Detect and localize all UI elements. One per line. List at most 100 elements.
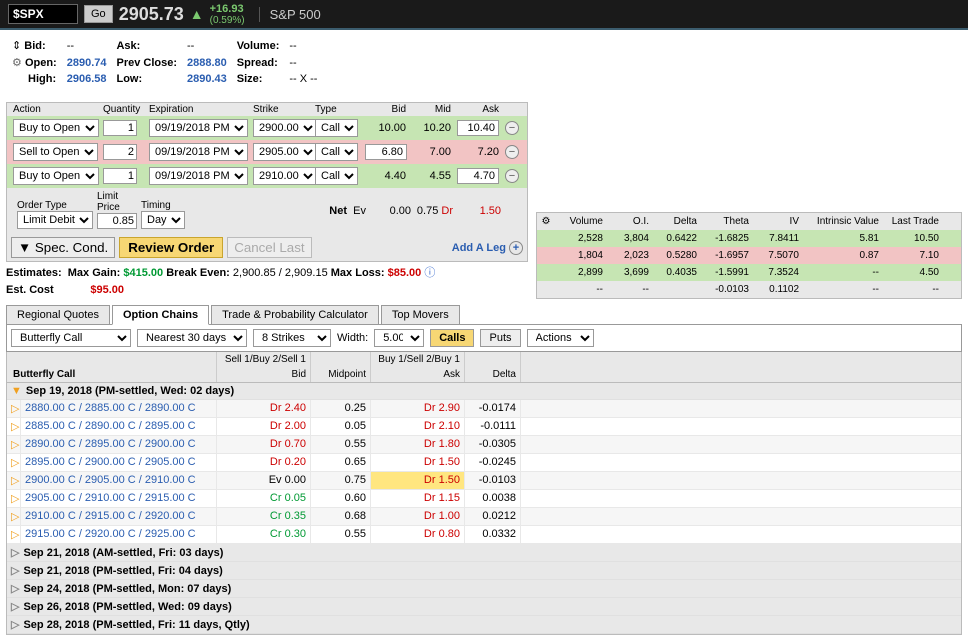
go-button[interactable]: Go (84, 5, 113, 23)
gear-icon[interactable]: ⚙ (12, 57, 22, 69)
order-type-select[interactable]: Limit Debit (17, 211, 93, 229)
strike-ask[interactable]: Dr 0.80 (371, 526, 465, 543)
expiration-select[interactable]: 09/19/2018 PM (149, 167, 248, 185)
strike-bid[interactable]: Ev 0.00 (217, 472, 311, 489)
hdr-volume: Volume (555, 213, 607, 230)
strike-name[interactable]: 2905.00 C / 2910.00 C / 2915.00 C (21, 490, 217, 507)
max-gain-label: Max Gain: (68, 267, 121, 279)
type-select[interactable]: Call (315, 167, 358, 185)
tab-regional-quotes[interactable]: Regional Quotes (6, 305, 110, 325)
greeks-header: ⚙ Volume O.I. Delta Theta IV Intrinsic V… (537, 213, 961, 230)
remove-leg-icon[interactable]: − (505, 145, 519, 159)
strike-name[interactable]: 2910.00 C / 2915.00 C / 2920.00 C (21, 508, 217, 525)
strike-select[interactable]: 2905.00 (253, 143, 317, 161)
strike-ask[interactable]: Dr 2.90 (371, 400, 465, 417)
expand-icon[interactable]: ▷ (7, 490, 21, 507)
prev-close-value: 2888.80 (187, 55, 235, 70)
strike-select[interactable]: 2910.00 (253, 167, 317, 185)
strike-name[interactable]: 2900.00 C / 2905.00 C / 2910.00 C (21, 472, 217, 489)
expand-icon[interactable]: ▷ (7, 436, 21, 453)
expiration-row-collapsed[interactable]: ▷Sep 21, 2018 (PM-settled, Fri: 04 days) (7, 562, 961, 580)
action-select[interactable]: Buy to Open (13, 167, 99, 185)
strike-select[interactable]: 2900.00 (253, 119, 317, 137)
sort-icon: ⇕ (12, 40, 21, 52)
strike-bid[interactable]: Dr 2.00 (217, 418, 311, 435)
add-leg-link[interactable]: Add A Leg + (452, 241, 523, 255)
strike-name[interactable]: 2880.00 C / 2885.00 C / 2890.00 C (21, 400, 217, 417)
remove-leg-icon[interactable]: − (505, 169, 519, 183)
strike-bid[interactable]: Dr 0.20 (217, 454, 311, 471)
expiration-select[interactable]: 09/19/2018 PM (149, 143, 248, 161)
strikes-select[interactable]: 8 Strikes (253, 329, 331, 347)
action-select[interactable]: Sell to Open (13, 143, 98, 161)
leg-bid[interactable]: 10.00 (363, 121, 408, 135)
expand-icon[interactable]: ▷ (7, 400, 21, 417)
leg-ask[interactable]: 4.70 (453, 167, 501, 185)
expand-icon[interactable]: ▷ (7, 418, 21, 435)
qty-input[interactable] (103, 168, 137, 184)
order-builder: Action Quantity Expiration Strike Type B… (6, 102, 528, 262)
leg-ask[interactable]: 10.40 (453, 119, 501, 137)
leg-ask[interactable]: 7.20 (453, 145, 501, 159)
remove-leg-icon[interactable]: − (505, 121, 519, 135)
strike-ask[interactable]: Dr 1.80 (371, 436, 465, 453)
gear-icon[interactable]: ⚙ (542, 216, 551, 227)
strike-mid: 0.55 (311, 526, 371, 543)
expiration-row-collapsed[interactable]: ▷Sep 21, 2018 (AM-settled, Fri: 03 days) (7, 544, 961, 562)
strike-name[interactable]: 2885.00 C / 2890.00 C / 2895.00 C (21, 418, 217, 435)
expand-icon: ▷ (11, 619, 19, 631)
expiration-select[interactable]: 09/19/2018 PM (149, 119, 248, 137)
action-select[interactable]: Buy to Open (13, 119, 99, 137)
strike-bid[interactable]: Dr 2.40 (217, 400, 311, 417)
expiration-row-collapsed[interactable]: ▷Sep 24, 2018 (PM-settled, Mon: 07 days) (7, 580, 961, 598)
strike-bid[interactable]: Cr 0.05 (217, 490, 311, 507)
tab-top-movers[interactable]: Top Movers (381, 305, 460, 325)
tab-option-chains[interactable]: Option Chains (112, 305, 209, 325)
expiration-row-collapsed[interactable]: ▷Sep 26, 2018 (PM-settled, Wed: 09 days) (7, 598, 961, 616)
type-select[interactable]: Call (315, 119, 358, 137)
est-cost-value: $95.00 (90, 284, 124, 296)
chain-hdr-mid: Midpoint (311, 367, 371, 382)
puts-button[interactable]: Puts (480, 329, 520, 347)
expiration-row-collapsed[interactable]: ▷Sep 28, 2018 (PM-settled, Fri: 11 days,… (7, 616, 961, 634)
hdr-last: Last Trade (883, 213, 943, 230)
strike-name[interactable]: 2915.00 C / 2920.00 C / 2925.00 C (21, 526, 217, 543)
strike-bid[interactable]: Cr 0.30 (217, 526, 311, 543)
strike-delta: -0.0245 (465, 454, 521, 471)
width-select[interactable]: 5.00 (374, 329, 424, 347)
strike-ask[interactable]: Dr 1.50 (371, 454, 465, 471)
strike-ask[interactable]: Dr 2.10 (371, 418, 465, 435)
limit-price-input[interactable] (97, 213, 137, 229)
strike-ask[interactable]: Dr 1.15 (371, 490, 465, 507)
qty-input[interactable] (103, 144, 137, 160)
calls-button[interactable]: Calls (430, 329, 474, 347)
expand-icon[interactable]: ▷ (7, 454, 21, 471)
hdr-sell-buy-sell: Sell 1/Buy 2/Sell 1 (217, 352, 311, 367)
symbol-input[interactable] (8, 4, 78, 24)
expand-icon[interactable]: ▷ (7, 472, 21, 489)
size-value: -- X -- (289, 72, 325, 86)
type-select[interactable]: Call (315, 143, 358, 161)
leg-bid[interactable]: 6.80 (363, 143, 408, 161)
leg-mid: 7.00 (408, 145, 453, 159)
info-icon[interactable]: ⓘ (424, 267, 435, 279)
expand-icon[interactable]: ▷ (7, 508, 21, 525)
strategy-select[interactable]: Butterfly Call (11, 329, 131, 347)
expiration-filter-select[interactable]: Nearest 30 days (137, 329, 247, 347)
strike-name[interactable]: 2890.00 C / 2895.00 C / 2900.00 C (21, 436, 217, 453)
last-price: 2905.73 (119, 4, 184, 25)
qty-input[interactable] (103, 120, 137, 136)
strike-ask[interactable]: Dr 1.50 (371, 472, 465, 489)
expand-icon[interactable]: ▷ (7, 526, 21, 543)
spec-cond-button[interactable]: ▼ Spec. Cond. (11, 237, 115, 258)
strike-ask[interactable]: Dr 1.00 (371, 508, 465, 525)
actions-select[interactable]: Actions (527, 329, 594, 347)
leg-bid[interactable]: 4.40 (363, 169, 408, 183)
strike-bid[interactable]: Cr 0.35 (217, 508, 311, 525)
cancel-last-button[interactable]: Cancel Last (227, 237, 311, 258)
strike-bid[interactable]: Dr 0.70 (217, 436, 311, 453)
review-order-button[interactable]: Review Order (119, 237, 223, 258)
expiration-row-open[interactable]: ▼Sep 19, 2018 (PM-settled, Wed: 02 days) (7, 383, 961, 400)
strike-name[interactable]: 2895.00 C / 2900.00 C / 2905.00 C (21, 454, 217, 471)
tab-trade-probability[interactable]: Trade & Probability Calculator (211, 305, 379, 325)
